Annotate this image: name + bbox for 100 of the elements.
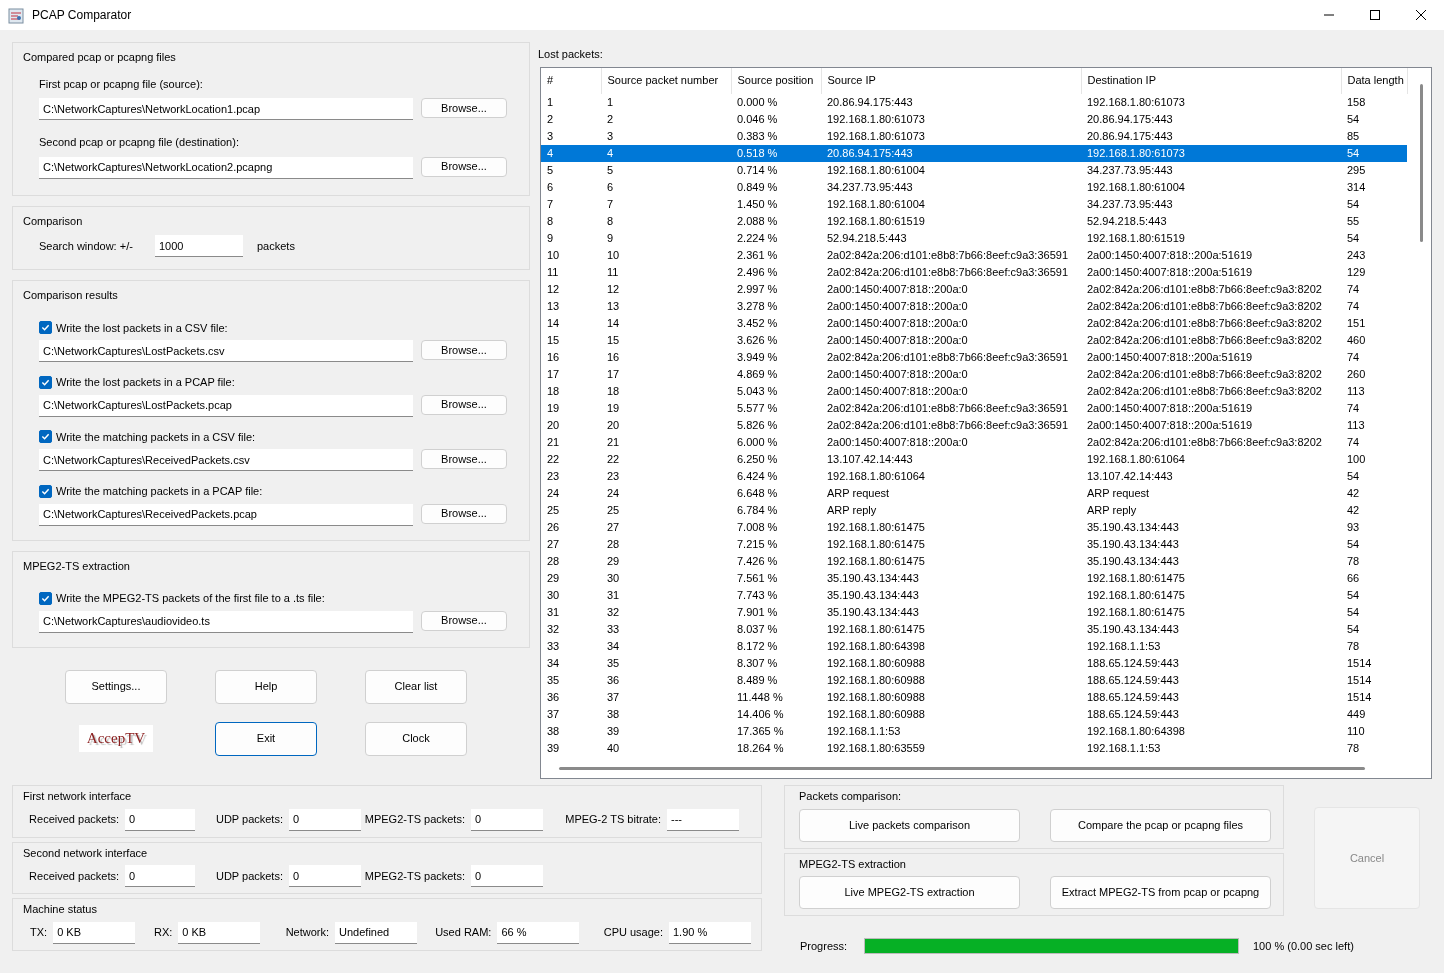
table-row[interactable]: 10 10 2.361 % 2a02:842a:206:d101:e8b8:7b66:8eef:c9a3:36591 2a00:1450:4007:818::200a:51619 243 [541, 246, 1407, 264]
vertical-scrollbar[interactable] [1420, 83, 1423, 242]
table-cell-text: 54 [1346, 230, 1361, 246]
table-cell-text: 34.237.73.95:443 [826, 179, 914, 195]
text-field[interactable]: 0 [471, 808, 543, 831]
table-cell-text: 192.168.1.80:63559 [826, 740, 926, 756]
text-field[interactable]: 0 [125, 865, 195, 887]
push-button[interactable]: Live MPEG2-TS extraction [799, 876, 1020, 909]
push-button[interactable]: Live packets comparison [799, 808, 1020, 842]
text-field[interactable]: 0 KB [53, 921, 136, 944]
push-button[interactable]: Browse... [421, 156, 507, 177]
text-field[interactable]: Undefined [335, 921, 418, 944]
table-row[interactable]: 16 16 3.949 % 2a02:842a:206:d101:e8b8:7b66:8eef:c9a3:36591 2a00:1450:4007:818::200a:51619 74 [541, 348, 1407, 366]
text-field[interactable]: C:\NetworkCaptures\LostPackets.pcap [39, 394, 413, 417]
table-row[interactable]: 2 2 0.046 % 192.168.1.80:61073 20.86.94.175:443 54 [541, 110, 1407, 128]
table-row[interactable]: 19 19 5.577 % 2a02:842a:206:d101:e8b8:7b66:8eef:c9a3:36591 2a00:1450:4007:818::200a:51619 74 [541, 399, 1407, 417]
column-header[interactable]: Data length [1341, 67, 1407, 94]
text-field[interactable]: --- [667, 808, 739, 831]
table-row[interactable]: 5 5 0.714 % 192.168.1.80:61004 34.237.73.95:443 295 [541, 161, 1407, 179]
table-row[interactable]: 9 9 2.224 % 52.94.218.5:443 192.168.1.80:61519 54 [541, 229, 1407, 247]
table-row[interactable]: 11 11 2.496 % 2a02:842a:206:d101:e8b8:7b66:8eef:c9a3:36591 2a00:1450:4007:818::200a:51619 129 [541, 263, 1407, 281]
text-field[interactable]: 0 [471, 865, 543, 887]
text-field[interactable]: C:\NetworkCaptures\NetworkLocation2.pcapng [39, 156, 413, 179]
checkbox[interactable] [39, 321, 52, 335]
push-button[interactable]: Browse... [421, 340, 507, 360]
table-row[interactable]: 37 38 14.406 % 192.168.1.80:60988 188.65.124.59:443 449 [541, 705, 1407, 723]
horizontal-scrollbar[interactable] [559, 766, 1365, 770]
table-cell-text: 35.190.43.134:443 [826, 604, 920, 620]
table-row[interactable]: 15 15 3.626 % 2a00:1450:4007:818::200a:0 2a02:842a:206:d101:e8b8:7b66:8eef:c9a3:8202 460 [541, 331, 1407, 349]
text-field[interactable]: C:\NetworkCaptures\ReceivedPackets.pcap [39, 503, 413, 526]
table-row[interactable]: 38 39 17.365 % 192.168.1.1:53 192.168.1.80:64398 110 [541, 722, 1407, 740]
column-header[interactable]: # [541, 67, 601, 94]
table-cell-text: 260 [1346, 366, 1367, 382]
table-cell: 5 [541, 161, 601, 179]
table-row[interactable]: 31 32 7.901 % 35.190.43.134:443 192.168.1.80:61475 54 [541, 603, 1407, 621]
text-field[interactable]: C:\NetworkCaptures\ReceivedPackets.csv [39, 449, 413, 471]
table-row[interactable]: 24 24 6.648 % ARP request ARP request 42 [541, 484, 1407, 502]
column-header[interactable]: Source position [731, 67, 821, 94]
table-row[interactable]: 17 17 4.869 % 2a00:1450:4007:818::200a:0 2a02:842a:206:d101:e8b8:7b66:8eef:c9a3:8202 260 [541, 365, 1407, 383]
table-row[interactable]: 3 3 0.383 % 192.168.1.80:61073 20.86.94.175:443 85 [541, 127, 1407, 145]
panel-title: Lost packets: [538, 47, 604, 62]
table-row[interactable]: 21 21 6.000 % 2a00:1450:4007:818::200a:0 2a02:842a:206:d101:e8b8:7b66:8eef:c9a3:8202 74 [541, 433, 1407, 451]
text-field[interactable]: 1000 [155, 235, 243, 257]
push-button[interactable]: Extract MPEG2-TS from pcap or pcapng [1050, 876, 1271, 909]
push-button[interactable]: Browse... [421, 394, 507, 415]
text-field[interactable]: 0 KB [178, 921, 261, 944]
table-row[interactable]: 36 37 11.448 % 192.168.1.80:60988 188.65.124.59:443 1514 [541, 688, 1407, 706]
text-field[interactable]: 1.90 % [669, 921, 751, 944]
push-button[interactable]: Browse... [421, 449, 507, 469]
checkbox[interactable] [39, 591, 52, 605]
table-row[interactable]: 8 8 2.088 % 192.168.1.80:61519 52.94.218.5:443 55 [541, 212, 1407, 230]
table-row[interactable]: 26 27 7.008 % 192.168.1.80:61475 35.190.43.134:443 93 [541, 518, 1407, 536]
column-header[interactable]: Destination IP [1081, 67, 1341, 94]
table-row[interactable]: 22 22 6.250 % 13.107.42.14:443 192.168.1.80:61064 100 [541, 450, 1407, 468]
checkbox[interactable] [39, 375, 52, 389]
checkbox[interactable] [39, 430, 52, 444]
table-row[interactable]: 7 7 1.450 % 192.168.1.80:61004 34.237.73.95:443 54 [541, 195, 1407, 213]
table-row[interactable]: 1 1 0.000 % 20.86.94.175:443 192.168.1.80:61073 158 [541, 93, 1407, 111]
push-button[interactable]: Clear list [365, 669, 467, 704]
table-cell-text: 21 [546, 434, 561, 450]
push-button[interactable]: Browse... [421, 503, 507, 524]
table-row[interactable]: 29 30 7.561 % 35.190.43.134:443 192.168.1.80:61475 66 [541, 569, 1407, 587]
text-field[interactable]: 0 [289, 865, 361, 887]
table-row[interactable]: 20 20 5.826 % 2a02:842a:206:d101:e8b8:7b66:8eef:c9a3:36591 2a00:1450:4007:818::200a:51619 113 [541, 416, 1407, 434]
push-button[interactable]: Compare the pcap or pcapng files [1050, 808, 1271, 842]
table-cell-text: 78 [1346, 638, 1361, 654]
table-cell-text: 34 [546, 655, 561, 671]
table-row[interactable]: 28 29 7.426 % 192.168.1.80:61475 35.190.43.134:443 78 [541, 552, 1407, 570]
table-row[interactable]: 12 12 2.997 % 2a00:1450:4007:818::200a:0 2a02:842a:206:d101:e8b8:7b66:8eef:c9a3:8202 74 [541, 280, 1407, 298]
table-cell-text: 52.94.218.5:443 [826, 230, 908, 246]
table-row[interactable]: 13 13 3.278 % 2a00:1450:4007:818::200a:0 2a02:842a:206:d101:e8b8:7b66:8eef:c9a3:8202 74 [541, 297, 1407, 315]
push-button[interactable]: Exit [215, 721, 317, 756]
table-row[interactable]: 27 28 7.215 % 192.168.1.80:61475 35.190.43.134:443 54 [541, 535, 1407, 553]
push-button[interactable]: Clock [365, 721, 467, 756]
table-row[interactable]: 4 4 0.518 % 20.86.94.175:443 192.168.1.80:61073 54 [541, 144, 1407, 162]
field-label: First pcap or pcapng file (source): [39, 76, 204, 92]
text-field[interactable]: C:\NetworkCaptures\audiovideo.ts [39, 610, 413, 633]
column-header[interactable]: Source packet number [601, 67, 731, 94]
table-row[interactable]: 34 35 8.307 % 192.168.1.80:60988 188.65.124.59:443 1514 [541, 654, 1407, 672]
text-field[interactable]: 0 [125, 808, 195, 831]
table-row[interactable]: 30 31 7.743 % 35.190.43.134:443 192.168.1.80:61475 54 [541, 586, 1407, 604]
push-button[interactable]: Browse... [421, 610, 507, 631]
checkbox[interactable] [39, 484, 52, 498]
table-row[interactable]: 39 40 18.264 % 192.168.1.80:63559 192.168.1.1:53 78 [541, 739, 1407, 757]
table-row[interactable]: 33 34 8.172 % 192.168.1.80:64398 192.168.1.1:53 78 [541, 637, 1407, 655]
column-header[interactable]: Source IP [821, 67, 1081, 94]
table-row[interactable]: 25 25 6.784 % ARP reply ARP reply 42 [541, 501, 1407, 519]
push-button[interactable]: Settings... [65, 669, 167, 704]
text-field[interactable]: C:\NetworkCaptures\NetworkLocation1.pcap [39, 98, 413, 120]
text-field[interactable]: 0 [289, 808, 361, 831]
text-field[interactable]: 66 % [497, 921, 580, 944]
table-row[interactable]: 35 36 8.489 % 192.168.1.80:60988 188.65.124.59:443 1514 [541, 671, 1407, 689]
table-row[interactable]: 18 18 5.043 % 2a00:1450:4007:818::200a:0 2a02:842a:206:d101:e8b8:7b66:8eef:c9a3:8202 113 [541, 382, 1407, 400]
table-row[interactable]: 6 6 0.849 % 34.237.73.95:443 192.168.1.80:61004 314 [541, 178, 1407, 196]
text-field[interactable]: C:\NetworkCaptures\LostPackets.csv [39, 340, 413, 362]
push-button[interactable]: Browse... [421, 98, 507, 118]
push-button[interactable]: Help [215, 669, 317, 704]
table-row[interactable]: 14 14 3.452 % 2a00:1450:4007:818::200a:0 2a02:842a:206:d101:e8b8:7b66:8eef:c9a3:8202 151 [541, 314, 1407, 332]
table-row[interactable]: 32 33 8.037 % 192.168.1.80:61475 35.190.43.134:443 54 [541, 620, 1407, 638]
table-row[interactable]: 23 23 6.424 % 192.168.1.80:61064 13.107.42.14:443 54 [541, 467, 1407, 485]
